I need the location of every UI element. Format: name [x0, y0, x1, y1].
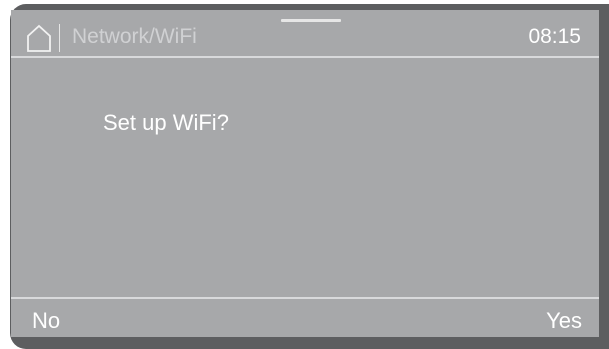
dialog-content: Set up WiFi?: [11, 58, 599, 297]
dialog-prompt: Set up WiFi?: [103, 110, 229, 135]
yes-button[interactable]: Yes: [546, 308, 582, 334]
header-divider: [59, 24, 60, 52]
display-screen: Network/WiFi 08:15 Set up WiFi? No Yes: [11, 10, 599, 337]
home-button[interactable]: [25, 23, 53, 53]
home-icon: [27, 24, 51, 52]
no-button[interactable]: No: [32, 308, 60, 334]
clock-time: 08:15: [528, 25, 581, 48]
header-bar: Network/WiFi 08:15: [11, 22, 599, 55]
softkey-bar: No Yes: [11, 299, 599, 337]
breadcrumb: Network/WiFi: [72, 25, 197, 48]
